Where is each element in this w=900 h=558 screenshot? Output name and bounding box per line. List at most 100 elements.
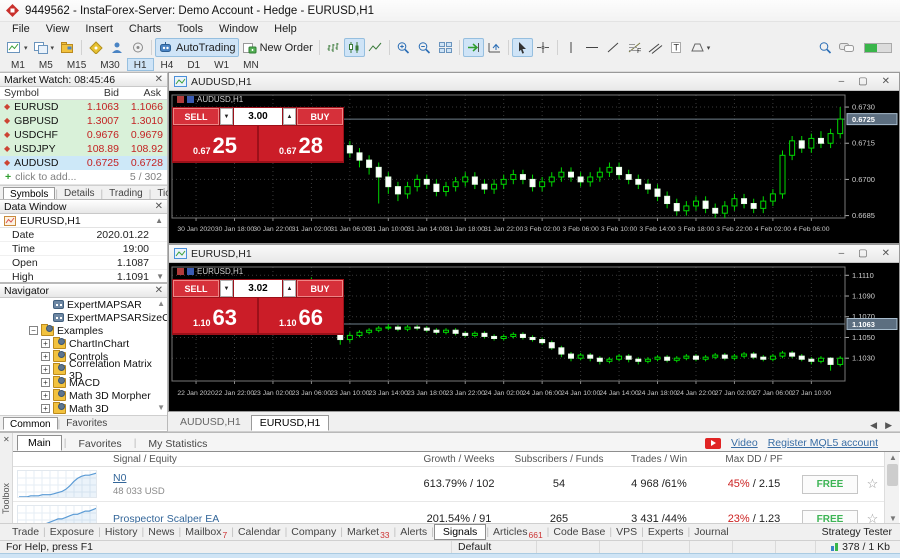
fibonacci-tool-button[interactable]: F [624, 38, 645, 57]
sell-button[interactable]: SELL [173, 280, 219, 297]
tree-item-examples[interactable]: −Examples [0, 324, 167, 337]
text-tool-button[interactable]: T [666, 38, 687, 57]
volume-down-button[interactable]: ▼ [220, 108, 233, 125]
chart-caption[interactable]: AUDUSD,H1 –▢✕ [169, 73, 899, 91]
bar-chart-mode-button[interactable] [323, 38, 344, 57]
timeframe-w1[interactable]: W1 [207, 58, 236, 71]
signal-name-link[interactable]: N0 [113, 472, 126, 484]
scrollbar-thumb[interactable] [887, 464, 898, 486]
menu-view[interactable]: View [38, 23, 78, 35]
market-watch-add-row[interactable]: + click to add... 5 / 302 [0, 170, 167, 185]
timeframe-m30[interactable]: M30 [93, 58, 126, 71]
expand-icon[interactable]: + [41, 339, 50, 348]
scroll-down-icon[interactable]: ▼ [157, 403, 165, 412]
maximize-icon[interactable]: ▢ [858, 76, 867, 87]
signals-tab-my-statistics[interactable]: My Statistics [138, 437, 217, 451]
close-icon[interactable]: ✕ [3, 435, 10, 444]
expand-icon[interactable]: + [41, 378, 50, 387]
line-chart-mode-button[interactable] [365, 38, 386, 57]
buy-button[interactable]: BUY [297, 280, 343, 297]
minimize-icon[interactable]: – [839, 248, 845, 259]
horizontal-line-tool-button[interactable] [582, 38, 603, 57]
market-watch-row-usdjpy[interactable]: ◆USDJPY108.89108.92 [0, 142, 167, 156]
quotes-button[interactable] [85, 38, 106, 57]
scroll-up-icon[interactable]: ▲ [889, 453, 897, 462]
market-watch-row-eurusd[interactable]: ◆EURUSD1.10631.1066 [0, 100, 167, 114]
collapse-icon[interactable]: − [29, 326, 38, 335]
volume-input[interactable]: 3.02 [234, 280, 282, 297]
zoom-in-button[interactable] [393, 38, 414, 57]
menu-file[interactable]: File [4, 23, 38, 35]
scroll-down-icon[interactable]: ▼ [156, 272, 164, 281]
chart-tab-eurusd-h1[interactable]: EURUSD,H1 [251, 415, 330, 431]
search-icon[interactable] [814, 38, 835, 57]
minimize-icon[interactable]: – [839, 76, 845, 87]
signals-scrollbar[interactable]: ▲ ▼ [884, 452, 899, 524]
bottom-tab-articles[interactable]: Articles661 [489, 526, 547, 538]
scroll-up-icon[interactable]: ▲ [155, 216, 163, 225]
community-button[interactable] [106, 38, 127, 57]
free-button[interactable]: FREE [802, 510, 858, 525]
cursor-button[interactable] [512, 38, 533, 57]
zoom-out-button[interactable] [414, 38, 435, 57]
volume-up-button[interactable]: ▲ [283, 280, 296, 297]
timeframe-m15[interactable]: M15 [60, 58, 93, 71]
timeframe-h4[interactable]: H4 [154, 58, 181, 71]
menu-window[interactable]: Window [211, 23, 266, 35]
bottom-tab-mailbox[interactable]: Mailbox7 [181, 526, 231, 538]
volume-down-button[interactable]: ▼ [220, 280, 233, 297]
menu-tools[interactable]: Tools [169, 23, 211, 35]
buy-price[interactable]: 0.6728 [259, 126, 343, 161]
timeframe-d1[interactable]: D1 [180, 58, 207, 71]
close-icon[interactable]: ✕ [882, 248, 890, 259]
tab-common[interactable]: Common [3, 417, 58, 430]
tab-scroll-right-icon[interactable]: ▶ [885, 420, 892, 431]
bottom-tab-exposure[interactable]: Exposure [46, 526, 98, 538]
signals-tab-main[interactable]: Main [17, 435, 62, 451]
chart-tab-audusd-h1[interactable]: AUDUSD,H1 [172, 415, 249, 431]
video-link[interactable]: Video [731, 437, 758, 449]
signal-row-n0[interactable]: N048 033 USD613.79% / 102544 968 /61%45%… [13, 467, 884, 502]
scroll-down-icon[interactable]: ▼ [889, 514, 897, 523]
market-watch-row-gbpusd[interactable]: ◆GBPUSD1.30071.3010 [0, 114, 167, 128]
timeframe-m5[interactable]: M5 [32, 58, 60, 71]
profiles-button[interactable]: ▾ [31, 38, 58, 57]
tile-windows-button[interactable] [435, 38, 456, 57]
market-watch-row-usdchf[interactable]: ◆USDCHF0.96760.9679 [0, 128, 167, 142]
buy-button[interactable]: BUY [297, 108, 343, 125]
close-icon[interactable]: ✕ [155, 74, 163, 85]
tab-favorites[interactable]: Favorites [60, 417, 113, 430]
buy-price[interactable]: 1.1066 [259, 298, 343, 333]
tree-item-math-3d[interactable]: +Math 3D [0, 402, 167, 415]
sell-price[interactable]: 0.6725 [173, 126, 257, 161]
register-mql5-link[interactable]: Register MQL5 account [768, 437, 878, 449]
menu-charts[interactable]: Charts [121, 23, 169, 35]
shapes-tool-button[interactable]: ▾ [687, 38, 714, 57]
bottom-tab-news[interactable]: News [144, 526, 178, 538]
sell-price[interactable]: 1.1063 [173, 298, 257, 333]
tree-item-expertmapsarsizeoptim[interactable]: ExpertMAPSARSizeOptim [0, 311, 167, 324]
bottom-tab-market[interactable]: Market33 [343, 526, 394, 538]
bottom-tab-calendar[interactable]: Calendar [234, 526, 285, 538]
trendline-tool-button[interactable] [603, 38, 624, 57]
auto-scroll-button[interactable] [463, 38, 484, 57]
close-icon[interactable]: ✕ [155, 285, 163, 296]
tree-item-math-3d-morpher[interactable]: +Math 3D Morpher [0, 389, 167, 402]
candlestick-mode-button[interactable] [344, 38, 365, 57]
new-chart-button[interactable]: ▾ [4, 38, 31, 57]
bottom-tab-vps[interactable]: VPS [612, 526, 641, 538]
channel-tool-button[interactable] [645, 38, 666, 57]
tab-scroll-left-icon[interactable]: ◀ [870, 420, 877, 431]
bottom-tab-company[interactable]: Company [287, 526, 340, 538]
menu-help[interactable]: Help [266, 23, 305, 35]
volume-input[interactable]: 3.00 [234, 108, 282, 125]
scroll-up-icon[interactable]: ▲ [157, 299, 165, 308]
signals-tab-favorites[interactable]: Favorites [69, 437, 132, 451]
menu-insert[interactable]: Insert [77, 23, 121, 35]
bottom-tab-history[interactable]: History [101, 526, 142, 538]
status-profile[interactable]: Default [452, 541, 537, 554]
vertical-line-tool-button[interactable] [561, 38, 582, 57]
timeframe-m1[interactable]: M1 [4, 58, 32, 71]
chart-caption[interactable]: EURUSD,H1 –▢✕ [169, 245, 899, 263]
chat-icon[interactable] [835, 38, 858, 57]
